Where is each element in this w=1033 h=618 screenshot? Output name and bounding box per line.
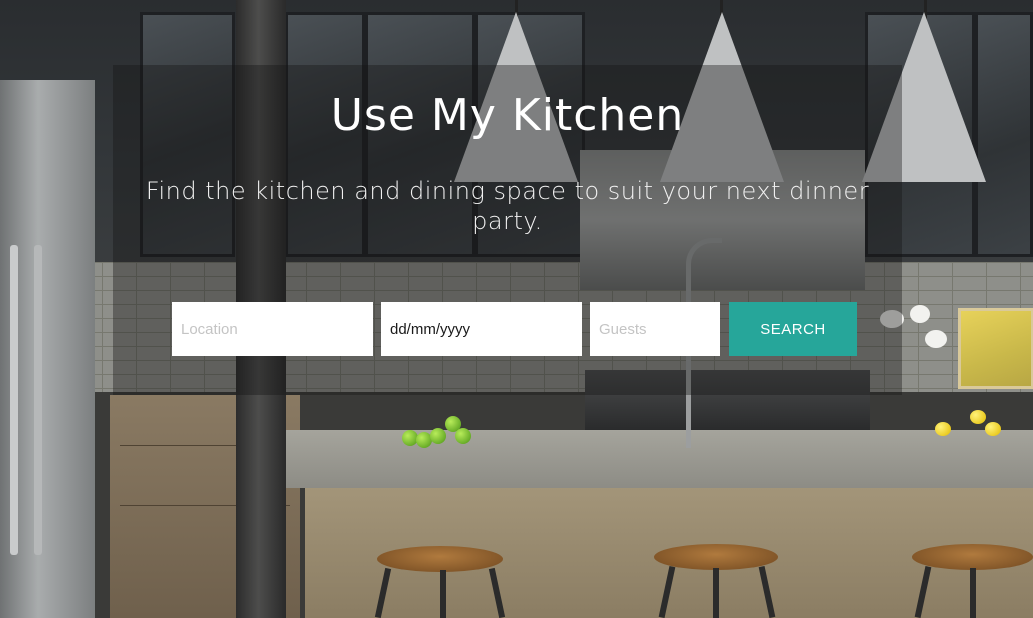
lime: [455, 428, 471, 444]
wall-painting: [958, 308, 1033, 389]
hero-subtitle: Find the kitchen and dining space to sui…: [145, 177, 870, 235]
flower: [910, 305, 930, 323]
search-button[interactable]: SEARCH: [729, 302, 857, 356]
fridge-handle: [10, 245, 18, 555]
date-input[interactable]: [381, 302, 582, 356]
bar-stool-leg: [713, 568, 719, 618]
lemon: [970, 410, 986, 424]
island-countertop: [275, 430, 1033, 488]
bar-stool-leg: [440, 570, 446, 618]
guests-input[interactable]: [590, 302, 720, 356]
hero-title: Use My Kitchen: [330, 90, 685, 141]
lemon: [935, 422, 951, 436]
fridge-handle: [34, 245, 42, 555]
location-input[interactable]: [172, 302, 373, 356]
lime: [430, 428, 446, 444]
bar-stool-seat: [377, 546, 503, 572]
flower: [925, 330, 947, 348]
bar-stool-leg: [970, 568, 976, 618]
hero-section: Use My Kitchen Find the kitchen and dini…: [0, 0, 1033, 618]
lemon: [985, 422, 1001, 436]
